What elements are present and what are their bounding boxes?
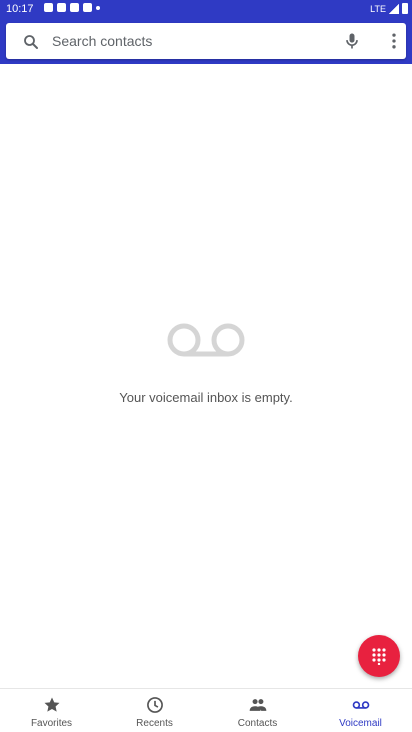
status-bar: 10:17 LTE (0, 0, 412, 18)
empty-state: Your voicemail inbox is empty. (0, 320, 412, 405)
tab-label: Contacts (237, 718, 278, 729)
network-label: LTE (370, 3, 386, 14)
star-icon (44, 697, 59, 712)
system-icons: LTE (370, 3, 408, 14)
microphone-icon[interactable] (342, 31, 362, 51)
search-input[interactable] (52, 29, 332, 53)
more-options-icon[interactable] (384, 31, 404, 51)
tab-label: Voicemail (339, 718, 382, 729)
empty-message: Your voicemail inbox is empty. (119, 390, 293, 405)
voicemail-icon (352, 701, 369, 709)
search-bar[interactable] (6, 23, 406, 59)
notification-icon (44, 3, 53, 12)
tab-label: Favorites (30, 718, 73, 729)
notification-icon (57, 3, 66, 12)
search-icon (24, 35, 38, 49)
tab-contacts[interactable]: Contacts (206, 689, 309, 732)
battery-icon (402, 3, 408, 14)
tab-label: Recents (136, 718, 173, 729)
dialpad-button[interactable] (358, 635, 400, 677)
notification-icon (83, 3, 92, 12)
tab-voicemail[interactable]: Voicemail (309, 689, 412, 732)
app-bar (0, 18, 412, 64)
notification-dot-icon (96, 5, 100, 10)
signal-icon (389, 3, 399, 14)
voicemail-empty-icon (167, 323, 245, 357)
notification-icon (70, 3, 79, 12)
dialpad-icon (372, 648, 386, 665)
tab-favorites[interactable]: Favorites (0, 689, 103, 732)
bottom-navigation: Favorites Recents Contacts Voicemail (0, 688, 412, 732)
clock-icon (146, 697, 163, 713)
status-time: 10:17 (6, 3, 34, 15)
notification-icons (44, 3, 100, 12)
tab-recents[interactable]: Recents (103, 689, 206, 732)
people-icon (249, 699, 266, 711)
